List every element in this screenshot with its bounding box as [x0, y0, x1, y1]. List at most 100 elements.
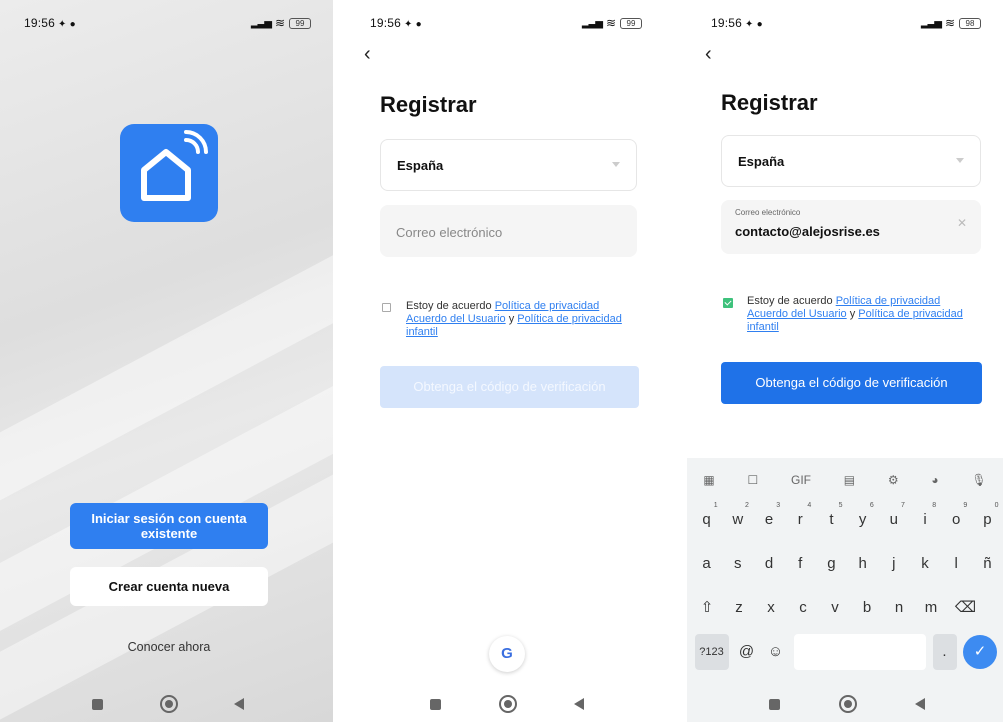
system-icons: ▂▃▅ ≋ 99 [582, 16, 642, 30]
create-account-button[interactable]: Crear cuenta nueva [70, 567, 268, 606]
key-h[interactable]: h [851, 546, 875, 582]
apps-grid-icon[interactable]: ▦ [703, 473, 714, 487]
key-l[interactable]: l [944, 546, 968, 582]
key-k[interactable]: k [913, 546, 937, 582]
status-time: 19:56 ✦ ● [711, 16, 763, 30]
country-value: España [397, 158, 444, 173]
settings-gear-icon[interactable]: ⚙ [888, 473, 899, 487]
clear-icon[interactable]: ✕ [957, 216, 967, 230]
clipboard-icon[interactable]: ▤ [844, 473, 855, 487]
key-g[interactable]: g [819, 546, 843, 582]
key-m[interactable]: m [919, 590, 944, 626]
google-login-icon[interactable]: G [489, 636, 525, 672]
symbols-key[interactable]: ?123 [694, 634, 729, 670]
palette-icon[interactable]: ◕ [931, 473, 938, 487]
home-icon[interactable] [160, 695, 178, 713]
country-select[interactable]: España [721, 135, 981, 187]
backspace-icon[interactable]: ⌫ [951, 590, 981, 626]
shift-key[interactable]: ⇧ [695, 590, 720, 626]
key-digit-hint: 5 [838, 502, 843, 509]
get-verification-code-button[interactable]: Obtenga el código de verificación [721, 362, 982, 404]
system-icons: ▂▃▅ ≋ 99 [251, 16, 311, 30]
back-triangle-icon[interactable] [915, 698, 925, 710]
keyboard-row-1: q1w2e3r4t5y6u7i8o9p0 [691, 502, 1003, 538]
email-field[interactable]: Correo electrónico contacto@alejosrise.e… [721, 200, 981, 254]
key-z[interactable]: z [727, 590, 752, 626]
home-icon[interactable] [499, 695, 517, 713]
key-e[interactable]: e3 [757, 502, 781, 538]
key-d[interactable]: d [757, 546, 781, 582]
page-title: Registrar [721, 90, 818, 115]
back-triangle-icon[interactable] [574, 698, 584, 710]
status-bar: 19:56 ✦ ● ▂▃▅ ≋ 99 [346, 14, 664, 34]
agree-checkbox[interactable] [723, 298, 733, 308]
back-triangle-icon[interactable] [234, 698, 244, 710]
key-s[interactable]: s [726, 546, 750, 582]
key-u[interactable]: u7 [882, 502, 906, 538]
key-x[interactable]: x [759, 590, 784, 626]
period-key[interactable]: . [932, 634, 957, 670]
key-b[interactable]: b [855, 590, 880, 626]
back-chevron-icon[interactable]: ‹ [705, 44, 712, 64]
gif-button[interactable]: GIF [791, 473, 811, 487]
battery-icon: 99 [289, 17, 311, 29]
emoji-icon[interactable]: ☺ [765, 634, 787, 670]
virtual-keyboard: ▦ ☐ GIF ▤ ⚙ ◕ 🎙 q1w2e3r4t5y6u7i8o9p0 asd… [687, 458, 1003, 688]
privacy-link[interactable]: Política de privacidad [836, 295, 941, 307]
app-logo [120, 124, 218, 222]
key-t[interactable]: t5 [819, 502, 843, 538]
key-n[interactable]: n [887, 590, 912, 626]
key-digit-hint: 9 [963, 502, 968, 509]
key-v[interactable]: v [823, 590, 848, 626]
key-digit-hint: 8 [932, 502, 937, 509]
enter-check-icon[interactable]: ✓ [963, 635, 997, 669]
get-verification-code-button[interactable]: Obtenga el código de verificación [380, 366, 639, 408]
key-digit-hint: 3 [776, 502, 781, 509]
user-agreement-link[interactable]: Acuerdo del Usuario [747, 308, 847, 320]
system-icons: ▂▃▅ ≋ 98 [921, 16, 981, 30]
user-agreement-link[interactable]: Acuerdo del Usuario [406, 313, 506, 325]
recent-apps-icon[interactable] [92, 699, 103, 710]
discover-link[interactable]: Conocer ahora [70, 640, 268, 654]
android-nav-bar [687, 688, 1003, 722]
back-chevron-icon[interactable]: ‹ [364, 44, 371, 64]
email-value: contacto@alejosrise.es [735, 224, 880, 239]
login-existing-button[interactable]: Iniciar sesión con cuenta existente [70, 503, 268, 549]
key-ñ[interactable]: ñ [975, 546, 999, 582]
agree-checkbox[interactable] [382, 303, 391, 312]
key-c[interactable]: c [791, 590, 816, 626]
status-bar: 19:56 ✦ ● ▂▃▅ ≋ 99 [0, 14, 333, 34]
keyboard-row-3: ⇧ z x c v b n m ⌫ [691, 590, 1003, 626]
recent-apps-icon[interactable] [769, 699, 780, 710]
battery-icon: 98 [959, 17, 981, 29]
key-f[interactable]: f [788, 546, 812, 582]
wifi-icon: ≋ [605, 16, 616, 30]
key-a[interactable]: a [695, 546, 719, 582]
space-key[interactable] [793, 634, 926, 670]
microphone-icon[interactable]: 🎙 [971, 473, 986, 487]
stage: 19:56 ✦ ● ▂▃▅ ≋ 99 Iniciar sesión con cue… [0, 0, 1003, 722]
key-r[interactable]: r4 [788, 502, 812, 538]
status-time: 19:56 ✦ ● [24, 16, 76, 30]
key-i[interactable]: i8 [913, 502, 937, 538]
key-q[interactable]: q1 [695, 502, 719, 538]
agree-text: Estoy de acuerdo Política de privacidad … [747, 295, 963, 333]
key-j[interactable]: j [882, 546, 906, 582]
wifi-icon: ≋ [944, 16, 955, 30]
privacy-link[interactable]: Política de privacidad [495, 300, 600, 312]
key-p[interactable]: p0 [975, 502, 999, 538]
country-select[interactable]: España [380, 139, 637, 191]
email-placeholder: Correo electrónico [396, 225, 503, 240]
sticker-icon[interactable]: ☐ [747, 473, 758, 487]
terms-agreement: Estoy de acuerdo Política de privacidad … [380, 300, 640, 344]
at-key[interactable]: @ [736, 634, 758, 670]
key-y[interactable]: y6 [851, 502, 875, 538]
key-o[interactable]: o9 [944, 502, 968, 538]
status-notification-icon: ✦ ● [58, 19, 76, 30]
keyboard-row-2: asdfghjklñ [691, 546, 1003, 582]
key-w[interactable]: w2 [726, 502, 750, 538]
recent-apps-icon[interactable] [430, 699, 441, 710]
status-notification-icon: ✦ ● [404, 19, 422, 30]
email-field[interactable]: Correo electrónico [380, 205, 637, 257]
home-icon[interactable] [839, 695, 857, 713]
